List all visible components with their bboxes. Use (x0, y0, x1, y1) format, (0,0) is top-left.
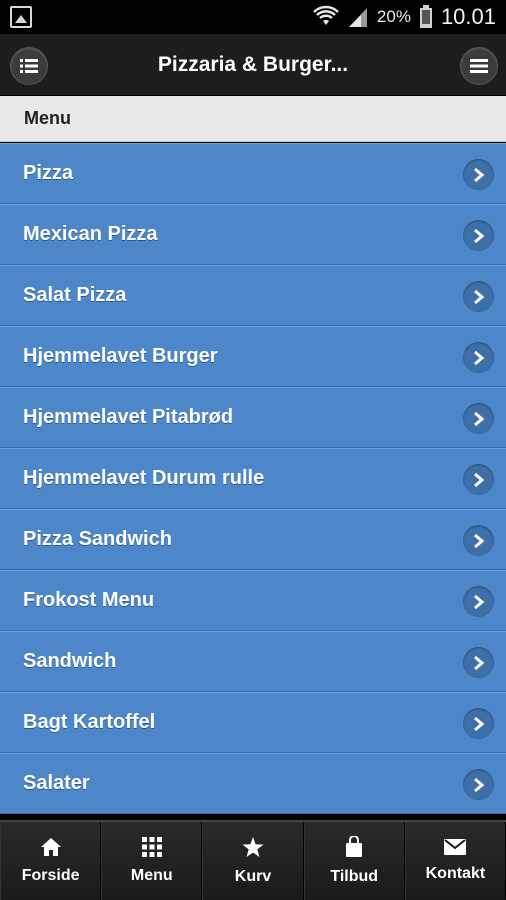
list-item-label: Hjemmelavet Pitabrød (23, 406, 234, 428)
chevron-right-icon (463, 403, 494, 434)
list-item-salat-pizza[interactable]: Salat Pizza (0, 265, 506, 326)
section-divider: Menu (0, 96, 506, 142)
page-title: Pizzaria & Burger... (157, 52, 349, 76)
clock-time: 10.01 (440, 4, 496, 29)
list-item-label: Pizza (23, 162, 74, 184)
nav-item-kontakt[interactable]: Kontakt (404, 822, 506, 900)
list-menu-button[interactable] (10, 47, 48, 85)
chevron-right-icon (463, 464, 494, 495)
list-item-label: Sandwich (23, 650, 117, 672)
nav-item-kurv[interactable]: Kurv (202, 822, 304, 900)
chevron-right-icon (463, 769, 494, 800)
list-item-label: Salater (23, 772, 90, 794)
chevron-right-icon (463, 525, 494, 556)
chevron-right-icon (463, 647, 494, 678)
list-item-label: Hjemmelavet Durum rulle (23, 467, 265, 489)
list-item-label: Bagt Kartoffel (23, 711, 156, 733)
hamburger-icon (470, 59, 488, 73)
nav-label: Forside (21, 867, 80, 884)
list-item-label: Salat Pizza (23, 284, 127, 306)
wifi-icon (313, 5, 339, 25)
list-item-mexican-pizza[interactable]: Mexican Pizza (0, 204, 506, 265)
image-notification-icon (10, 6, 32, 28)
chevron-right-icon (463, 281, 494, 312)
list-item-label: Pizza Sandwich (23, 528, 172, 550)
app-header: Pizzaria & Burger... (0, 34, 506, 96)
nav-label: Menu (130, 867, 173, 884)
star-icon (242, 836, 264, 857)
mail-icon (444, 839, 467, 855)
list-item-label: Frokost Menu (23, 589, 155, 611)
list-item-salater[interactable]: Salater (0, 753, 506, 814)
bottom-nav: Forside Menu Kurv Tilbud Kontakt (0, 820, 506, 900)
list-item-sandwich[interactable]: Sandwich (0, 631, 506, 692)
nav-label: Kontakt (425, 865, 486, 882)
home-icon (40, 838, 61, 856)
chevron-right-icon (463, 159, 494, 190)
signal-icon (348, 8, 367, 27)
status-bar: 20% 10.01 (0, 0, 506, 34)
nav-label: Tilbud (330, 868, 379, 885)
nav-label: Kurv (234, 867, 272, 885)
menu-list: Pizza Mexican Pizza Salat Pizza Hjemmela… (0, 143, 506, 814)
list-item-pizza[interactable]: Pizza (0, 143, 506, 204)
chevron-right-icon (463, 220, 494, 251)
list-item-label: Mexican Pizza (23, 223, 158, 245)
list-item-pizza-sandwich[interactable]: Pizza Sandwich (0, 509, 506, 570)
chevron-right-icon (463, 708, 494, 739)
nav-item-tilbud[interactable]: Tilbud (303, 822, 405, 900)
battery-icon (419, 5, 432, 28)
hamburger-menu-button[interactable] (460, 47, 498, 85)
list-icon (20, 59, 38, 73)
list-item-frokost-menu[interactable]: Frokost Menu (0, 570, 506, 631)
nav-item-menu[interactable]: Menu (101, 822, 203, 900)
section-label: Menu (24, 108, 71, 128)
nav-item-forside[interactable]: Forside (0, 822, 102, 900)
list-item-bagt-kartoffel[interactable]: Bagt Kartoffel (0, 692, 506, 753)
list-item-label: Hjemmelavet Burger (23, 345, 218, 367)
chevron-right-icon (463, 342, 494, 373)
battery-percentage: 20% (376, 7, 411, 26)
list-item-hjemmelavet-durum-rulle[interactable]: Hjemmelavet Durum rulle (0, 448, 506, 509)
chevron-right-icon (463, 586, 494, 617)
list-item-hjemmelavet-burger[interactable]: Hjemmelavet Burger (0, 326, 506, 387)
bag-icon (346, 836, 363, 857)
grid-icon (141, 837, 162, 857)
list-item-hjemmelavet-pitabrod[interactable]: Hjemmelavet Pitabrød (0, 387, 506, 448)
